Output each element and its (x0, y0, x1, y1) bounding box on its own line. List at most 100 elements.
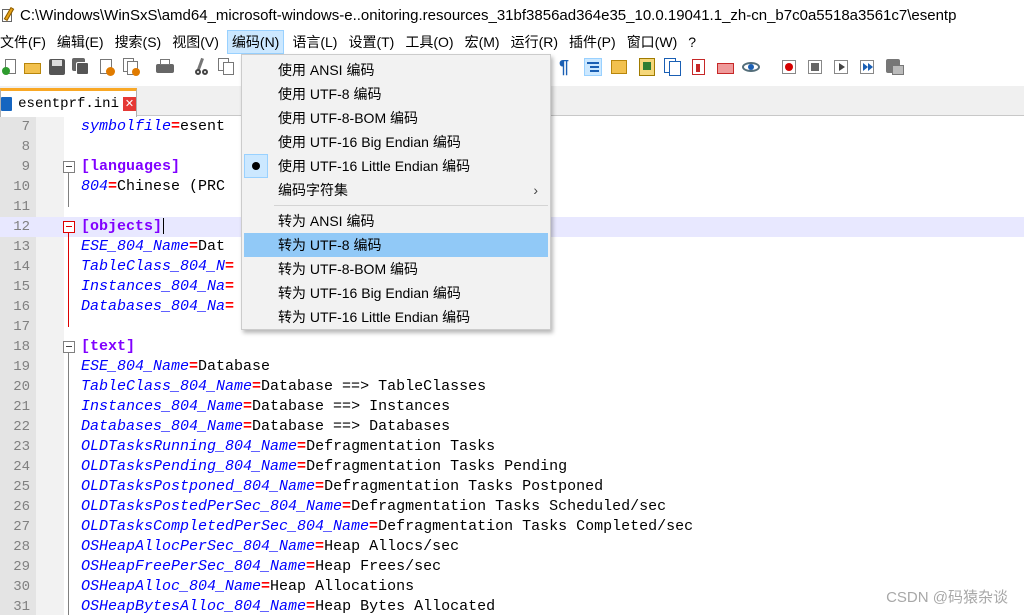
line-number: 22 (13, 419, 30, 435)
line-number: 7 (21, 119, 30, 135)
menu-item[interactable]: ? (685, 30, 699, 54)
code-text: ESE_804_Name=Dat (81, 237, 225, 257)
ini-value: esent (180, 118, 226, 135)
encoding-menu-item[interactable]: 使用 UTF-8-BOM 编码 (244, 106, 548, 130)
menu-item[interactable]: 宏(M) (462, 30, 503, 54)
line-number: 24 (13, 459, 30, 475)
fold-guide (68, 173, 69, 207)
encoding-menu-item[interactable]: 使用 UTF-16 Little Endian 编码 (244, 154, 548, 178)
stop-recording-icon[interactable] (806, 58, 824, 76)
title-bar: C:\Windows\WinSxS\amd64_microsoft-window… (0, 0, 1024, 30)
encoding-menu-item[interactable]: 使用 ANSI 编码 (244, 58, 548, 82)
menu-item[interactable]: 视图(V) (169, 30, 222, 54)
fold-toggle-icon[interactable] (63, 341, 75, 353)
menu-item[interactable]: 编辑(E) (54, 30, 107, 54)
equals-sign: = (189, 358, 199, 375)
equals-sign: = (342, 498, 352, 515)
encoding-menu-item[interactable]: 使用 UTF-16 Big Endian 编码 (244, 130, 548, 154)
save-macro-icon[interactable] (886, 58, 904, 76)
tab-esentprf-ini[interactable]: esentprf.ini ✕ (0, 88, 137, 117)
equals-sign: = (243, 398, 253, 415)
show-all-characters-icon[interactable]: ¶ (556, 58, 574, 76)
save-icon[interactable] (48, 58, 66, 76)
equals-sign: = (225, 298, 235, 315)
code-line: 23 OLDTasksRunning_804_Name=Defragmentati… (0, 437, 1024, 457)
equals-sign: = (243, 418, 253, 435)
menu-item[interactable]: 编码(N) (226, 30, 285, 54)
code-line: 22 Databases_804_Name=Database ==> Databa… (0, 417, 1024, 437)
menu-item[interactable]: 插件(P) (566, 30, 619, 54)
new-file-icon[interactable] (2, 58, 20, 76)
run-macro-multiple-icon[interactable] (858, 58, 876, 76)
code-text: [text] (81, 337, 135, 357)
project-panel-icon[interactable] (716, 58, 734, 76)
code-text: [objects] (81, 217, 165, 237)
ini-value: Heap Frees/sec (315, 558, 442, 575)
menu-item-label: 转为 UTF-16 Big Endian 编码 (278, 285, 461, 301)
close-icon[interactable]: ✕ (122, 97, 136, 111)
cut-icon[interactable] (192, 57, 210, 76)
record-macro-icon[interactable] (780, 58, 798, 76)
user-language-icon[interactable] (610, 58, 628, 76)
section-header: [text] (81, 338, 136, 355)
code-text: symbolfile=esent (81, 117, 225, 137)
equals-sign: = (252, 378, 262, 395)
line-number: 20 (13, 379, 30, 395)
encoding-menu-item[interactable]: 转为 ANSI 编码 (244, 209, 548, 233)
code-text: TableClass_804_N= (81, 257, 234, 277)
encoding-menu-item[interactable]: 编码字符集 › (244, 178, 548, 202)
save-all-icon[interactable] (72, 58, 90, 76)
menu-item[interactable]: 语言(L) (289, 30, 340, 54)
line-number: 8 (21, 139, 30, 155)
menu-item[interactable]: 设置(T) (345, 30, 397, 54)
monitoring-eye-icon[interactable] (742, 58, 760, 76)
close-all-icon[interactable] (122, 58, 140, 76)
ini-key: ESE_804_Name (81, 238, 190, 255)
ini-key: symbolfile (81, 118, 172, 135)
equals-sign: = (306, 598, 316, 615)
document-map-icon[interactable] (638, 58, 656, 76)
line-number: 27 (13, 519, 30, 535)
indent-guide-icon[interactable] (584, 58, 602, 76)
code-line: 26 OLDTasksPostedPerSec_804_Name=Defragme… (0, 497, 1024, 517)
encoding-menu-item[interactable]: 转为 UTF-16 Little Endian 编码 (244, 305, 548, 329)
line-number: 28 (13, 539, 30, 555)
folder-as-workspace-icon[interactable] (690, 58, 708, 76)
close-file-icon[interactable] (98, 58, 116, 76)
line-number: 18 (13, 339, 30, 355)
encoding-menu-item[interactable]: 转为 UTF-8-BOM 编码 (244, 257, 548, 281)
notepad-plus-plus-icon (2, 6, 16, 23)
line-number: 25 (13, 479, 30, 495)
code-text: OLDTasksRunning_804_Name=Defragmentation… (81, 437, 495, 457)
menu-item-label: 转为 UTF-16 Little Endian 编码 (278, 309, 471, 325)
equals-sign: = (189, 238, 199, 255)
line-number: 23 (13, 439, 30, 455)
menu-item[interactable]: 工具(O) (402, 30, 456, 54)
function-list-icon[interactable] (664, 58, 682, 76)
copy-icon[interactable] (218, 58, 236, 76)
playback-macro-icon[interactable] (832, 58, 850, 76)
open-folder-icon[interactable] (24, 58, 42, 76)
code-text: TableClass_804_Name=Database ==> TableCl… (81, 377, 486, 397)
code-text: ESE_804_Name=Database (81, 357, 270, 377)
menu-item[interactable]: 文件(F) (0, 30, 49, 54)
file-icon (1, 97, 13, 111)
menu-item[interactable]: 运行(R) (508, 30, 561, 54)
ini-key: Databases_804_Na (81, 298, 226, 315)
line-number: 12 (13, 219, 30, 235)
menu-item-label: 使用 ANSI 编码 (278, 62, 375, 78)
ini-key: ESE_804_Name (81, 358, 190, 375)
encoding-menu-item[interactable]: 转为 UTF-8 编码 (244, 233, 548, 257)
code-line: 19 ESE_804_Name=Database (0, 357, 1024, 377)
ini-value: Database ==> TableClasses (261, 378, 487, 395)
menu-item[interactable]: 搜索(S) (112, 30, 165, 54)
fold-toggle-icon[interactable] (63, 161, 75, 173)
menu-item[interactable]: 窗口(W) (624, 30, 681, 54)
encoding-menu-item[interactable]: 转为 UTF-16 Big Endian 编码 (244, 281, 548, 305)
print-icon[interactable] (156, 58, 174, 76)
fold-toggle-icon[interactable] (63, 221, 75, 233)
code-text: OSHeapAllocPerSec_804_Name=Heap Allocs/s… (81, 537, 459, 557)
ini-key: TableClass_804_Name (81, 378, 253, 395)
line-number: 26 (13, 499, 30, 515)
encoding-menu-item[interactable]: 使用 UTF-8 编码 (244, 82, 548, 106)
